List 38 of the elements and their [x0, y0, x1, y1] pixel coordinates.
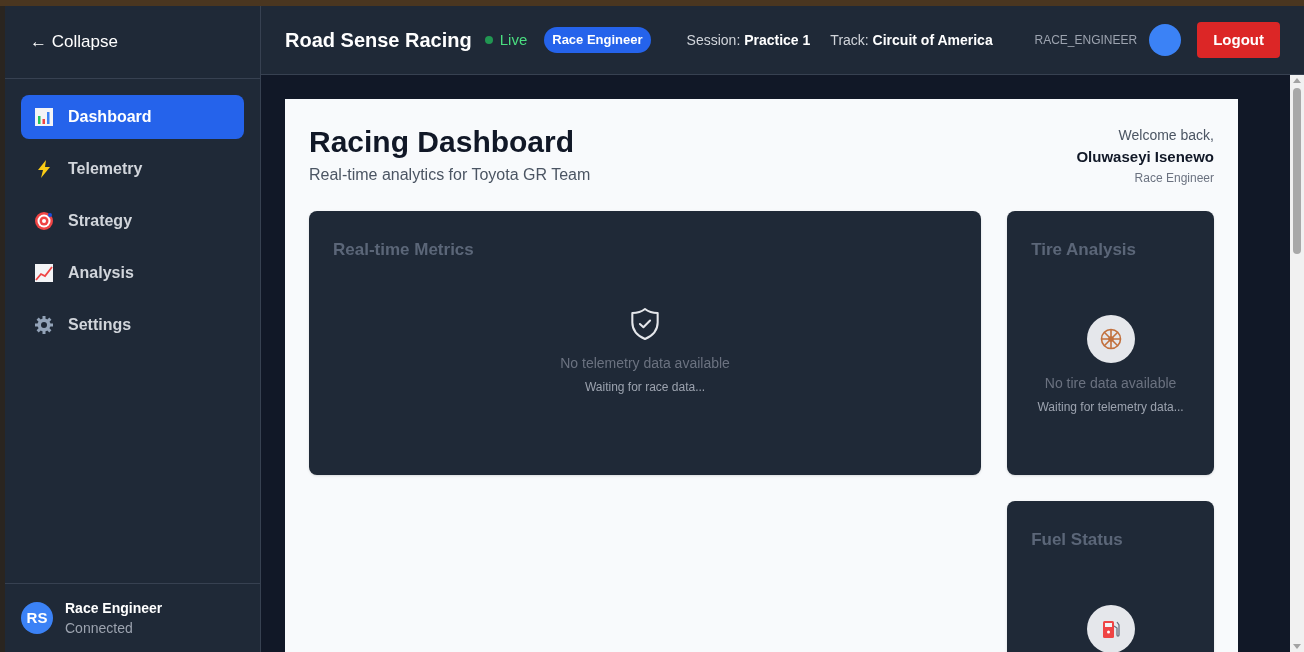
connection-status: Connected	[65, 619, 134, 638]
scroll-up-icon[interactable]	[1293, 78, 1301, 83]
target-icon	[34, 211, 54, 231]
scroll-down-icon[interactable]	[1293, 644, 1301, 649]
page-title: Racing Dashboard	[309, 124, 576, 160]
card-title: Fuel Status	[1031, 529, 1124, 551]
empty-detail: Waiting for race data...	[584, 378, 706, 396]
nav-item[interactable]: Dashboard	[21, 95, 244, 139]
logout-button[interactable]: Logout	[1197, 22, 1280, 58]
collapse-button[interactable]: ← Collapse	[30, 29, 118, 55]
empty-detail: Waiting for telemetry data...	[1037, 398, 1184, 416]
session-info: Session: Practice 1	[686, 30, 811, 50]
nav-item[interactable]: Strategy	[21, 199, 244, 243]
fuel-pump-icon	[1086, 604, 1135, 652]
track-info: Track: Circuit of America	[830, 30, 993, 50]
app-title: Road Sense Racing	[285, 28, 472, 53]
page-subtitle: Real-time analytics for Toyota GR Team	[309, 165, 591, 185]
live-status: Live	[499, 29, 528, 50]
nav-item[interactable]: Telemetry	[21, 147, 244, 191]
line-chart-icon	[34, 263, 54, 283]
welcome-text: Welcome back,	[1118, 126, 1214, 145]
username: RACE_ENGINEER	[1034, 32, 1138, 49]
card-title: Tire Analysis	[1031, 239, 1137, 261]
nav-item[interactable]: Settings	[21, 303, 244, 347]
gear-icon	[34, 315, 54, 335]
empty-message: No tire data available	[1044, 373, 1177, 393]
user-role: Race Engineer	[1134, 169, 1214, 187]
card-title: Real-time Metrics	[333, 239, 475, 261]
role-badge: Race Engineer	[544, 27, 651, 53]
user-avatar: RS	[21, 602, 53, 634]
scrollbar[interactable]	[1290, 75, 1304, 652]
scroll-thumb[interactable]	[1293, 88, 1301, 254]
empty-message: No telemetry data available	[560, 353, 730, 373]
nav-item[interactable]: Analysis	[21, 251, 244, 295]
user-avatar	[1149, 24, 1182, 56]
user-name: Race Engineer	[65, 599, 163, 618]
user-name: Oluwaseyi Isenewo	[1076, 147, 1214, 167]
bar-chart-icon	[34, 107, 54, 127]
